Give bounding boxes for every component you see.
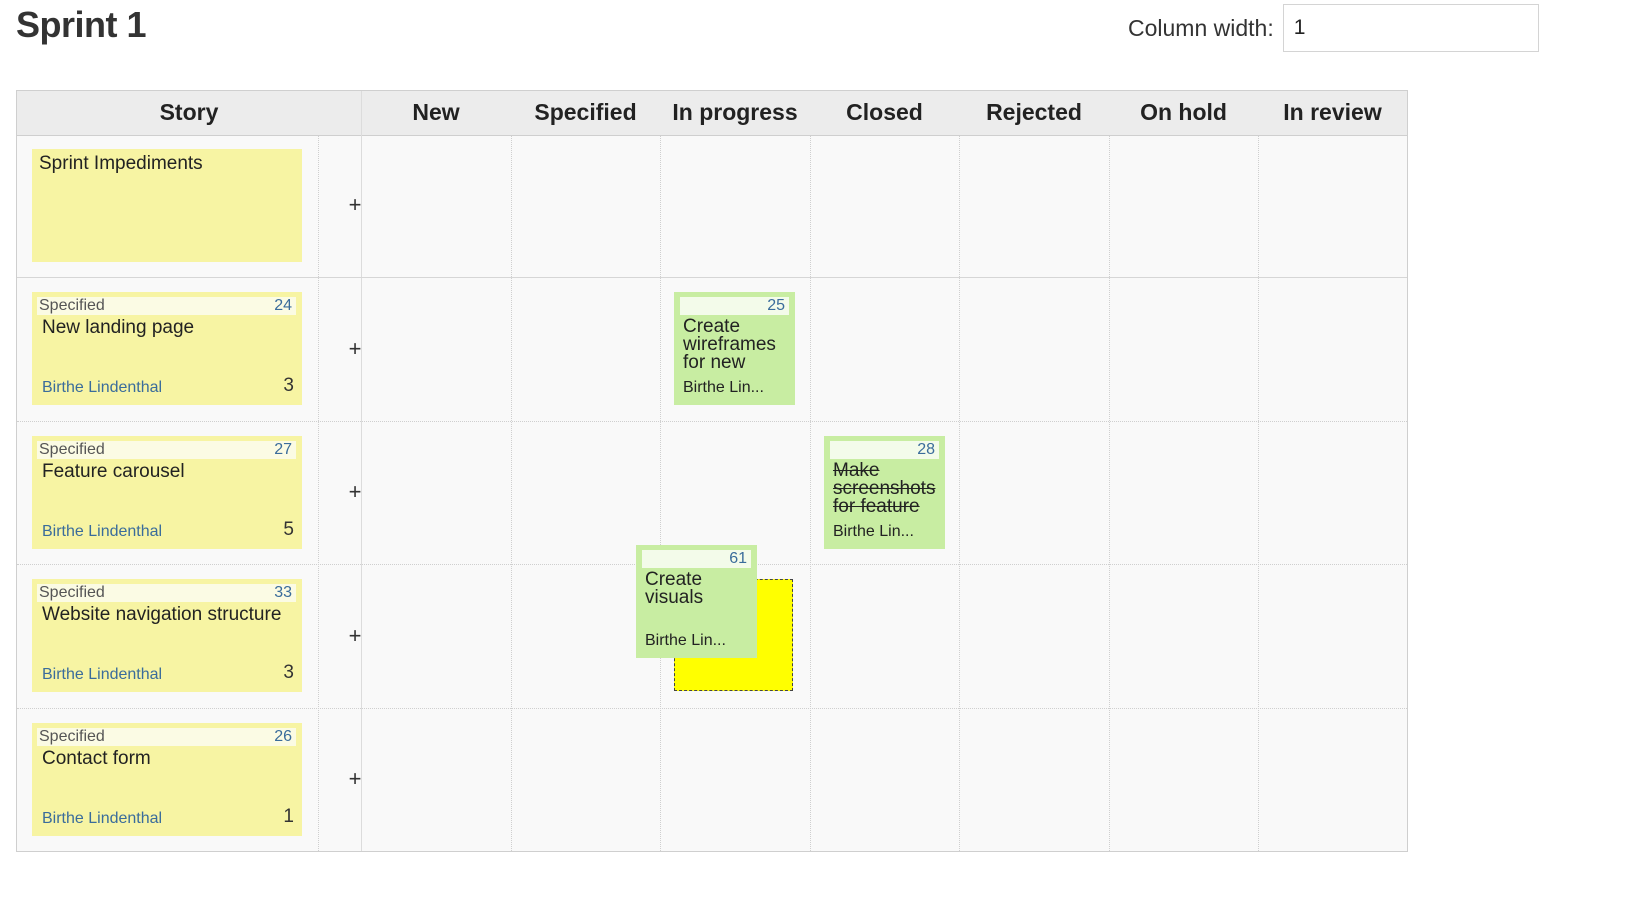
story-owner[interactable]: Birthe Lindenthal: [42, 379, 162, 397]
column-header-closed: Closed: [846, 99, 923, 125]
task-card-header: 25: [680, 297, 789, 315]
story-owner[interactable]: Birthe Lindenthal: [42, 810, 162, 828]
story-title: Website navigation structure: [42, 604, 282, 625]
story-title: Feature carousel: [42, 461, 185, 482]
column-divider: [810, 135, 811, 851]
task-card[interactable]: 28 Make screenshots for feature Birthe L…: [824, 436, 945, 549]
column-divider: [1258, 135, 1259, 851]
task-title: Create visuals: [645, 571, 704, 608]
column-divider: [1109, 135, 1110, 851]
story-title: New landing page: [42, 317, 195, 338]
add-task-button[interactable]: +: [335, 767, 375, 791]
story-card-header: Specified 26: [37, 728, 296, 746]
add-task-button[interactable]: +: [335, 480, 375, 504]
task-id[interactable]: 61: [729, 550, 747, 568]
column-header-in-progress: In progress: [672, 99, 798, 125]
task-owner: Birthe Lin...: [833, 523, 914, 540]
row-divider: [17, 708, 1407, 709]
column-header-rejected: Rejected: [986, 99, 1082, 125]
column-divider: [318, 135, 319, 851]
add-task-button[interactable]: +: [335, 193, 375, 217]
story-card-header: Specified 24: [37, 297, 296, 315]
story-card[interactable]: Specified 33 Website navigation structur…: [32, 579, 302, 692]
taskboard: Story New Specified In progress Closed R…: [16, 90, 1408, 852]
story-id[interactable]: 33: [274, 584, 292, 602]
board-header: Story New Specified In progress Closed R…: [17, 91, 1407, 136]
task-card[interactable]: 25 Create wireframes for new landing pag…: [674, 292, 795, 405]
add-task-button[interactable]: +: [335, 624, 375, 648]
dragged-task-card[interactable]: 61 Create visuals Birthe Lin...: [636, 545, 757, 658]
story-title: Contact form: [42, 748, 151, 769]
column-header-new: New: [412, 99, 460, 125]
story-points: 1: [283, 806, 294, 827]
row-divider: [17, 277, 1407, 278]
column-header-specified: Specified: [534, 99, 637, 125]
task-card-header: 28: [830, 441, 939, 459]
story-owner[interactable]: Birthe Lindenthal: [42, 523, 162, 541]
story-status: Specified: [39, 584, 105, 601]
story-card-header: Specified 33: [37, 584, 296, 602]
column-width-label: Column width:: [1128, 14, 1274, 41]
story-points: 3: [283, 375, 294, 396]
story-card[interactable]: Specified 27 Feature carousel Birthe Lin…: [32, 436, 302, 549]
story-status: Specified: [39, 728, 105, 745]
column-width-control: Column width:: [1128, 4, 1539, 52]
page-title: Sprint 1: [16, 4, 147, 45]
task-id[interactable]: 25: [767, 297, 785, 315]
column-header-on-hold: On hold: [1140, 99, 1227, 125]
story-id[interactable]: 26: [274, 728, 292, 746]
column-header-in-review: In review: [1283, 99, 1382, 125]
task-owner: Birthe Lin...: [683, 379, 764, 396]
row-divider: [17, 421, 1407, 422]
story-points: 3: [283, 662, 294, 683]
story-points: 5: [283, 519, 294, 540]
column-divider: [660, 135, 661, 851]
story-card-header: Specified 27: [37, 441, 296, 459]
column-divider: [511, 135, 512, 851]
task-id[interactable]: 28: [917, 441, 935, 459]
task-card-header: 61: [642, 550, 751, 568]
add-task-button[interactable]: +: [335, 337, 375, 361]
story-owner[interactable]: Birthe Lindenthal: [42, 666, 162, 684]
task-title: Make screenshots for feature: [833, 462, 936, 516]
story-status: Specified: [39, 441, 105, 458]
task-title: Create wireframes for new landing page: [683, 318, 776, 372]
column-width-input[interactable]: [1282, 4, 1539, 52]
impediments-title: Sprint Impediments: [39, 153, 203, 174]
story-id[interactable]: 27: [274, 441, 292, 459]
task-owner: Birthe Lin...: [645, 632, 726, 649]
story-card[interactable]: Specified 24 New landing page Birthe Lin…: [32, 292, 302, 405]
column-divider: [959, 135, 960, 851]
story-id[interactable]: 24: [274, 297, 292, 315]
story-card[interactable]: Specified 26 Contact form Birthe Lindent…: [32, 723, 302, 836]
column-header-story: Story: [159, 99, 219, 125]
impediments-card[interactable]: Sprint Impediments: [32, 149, 302, 262]
story-status: Specified: [39, 297, 105, 314]
